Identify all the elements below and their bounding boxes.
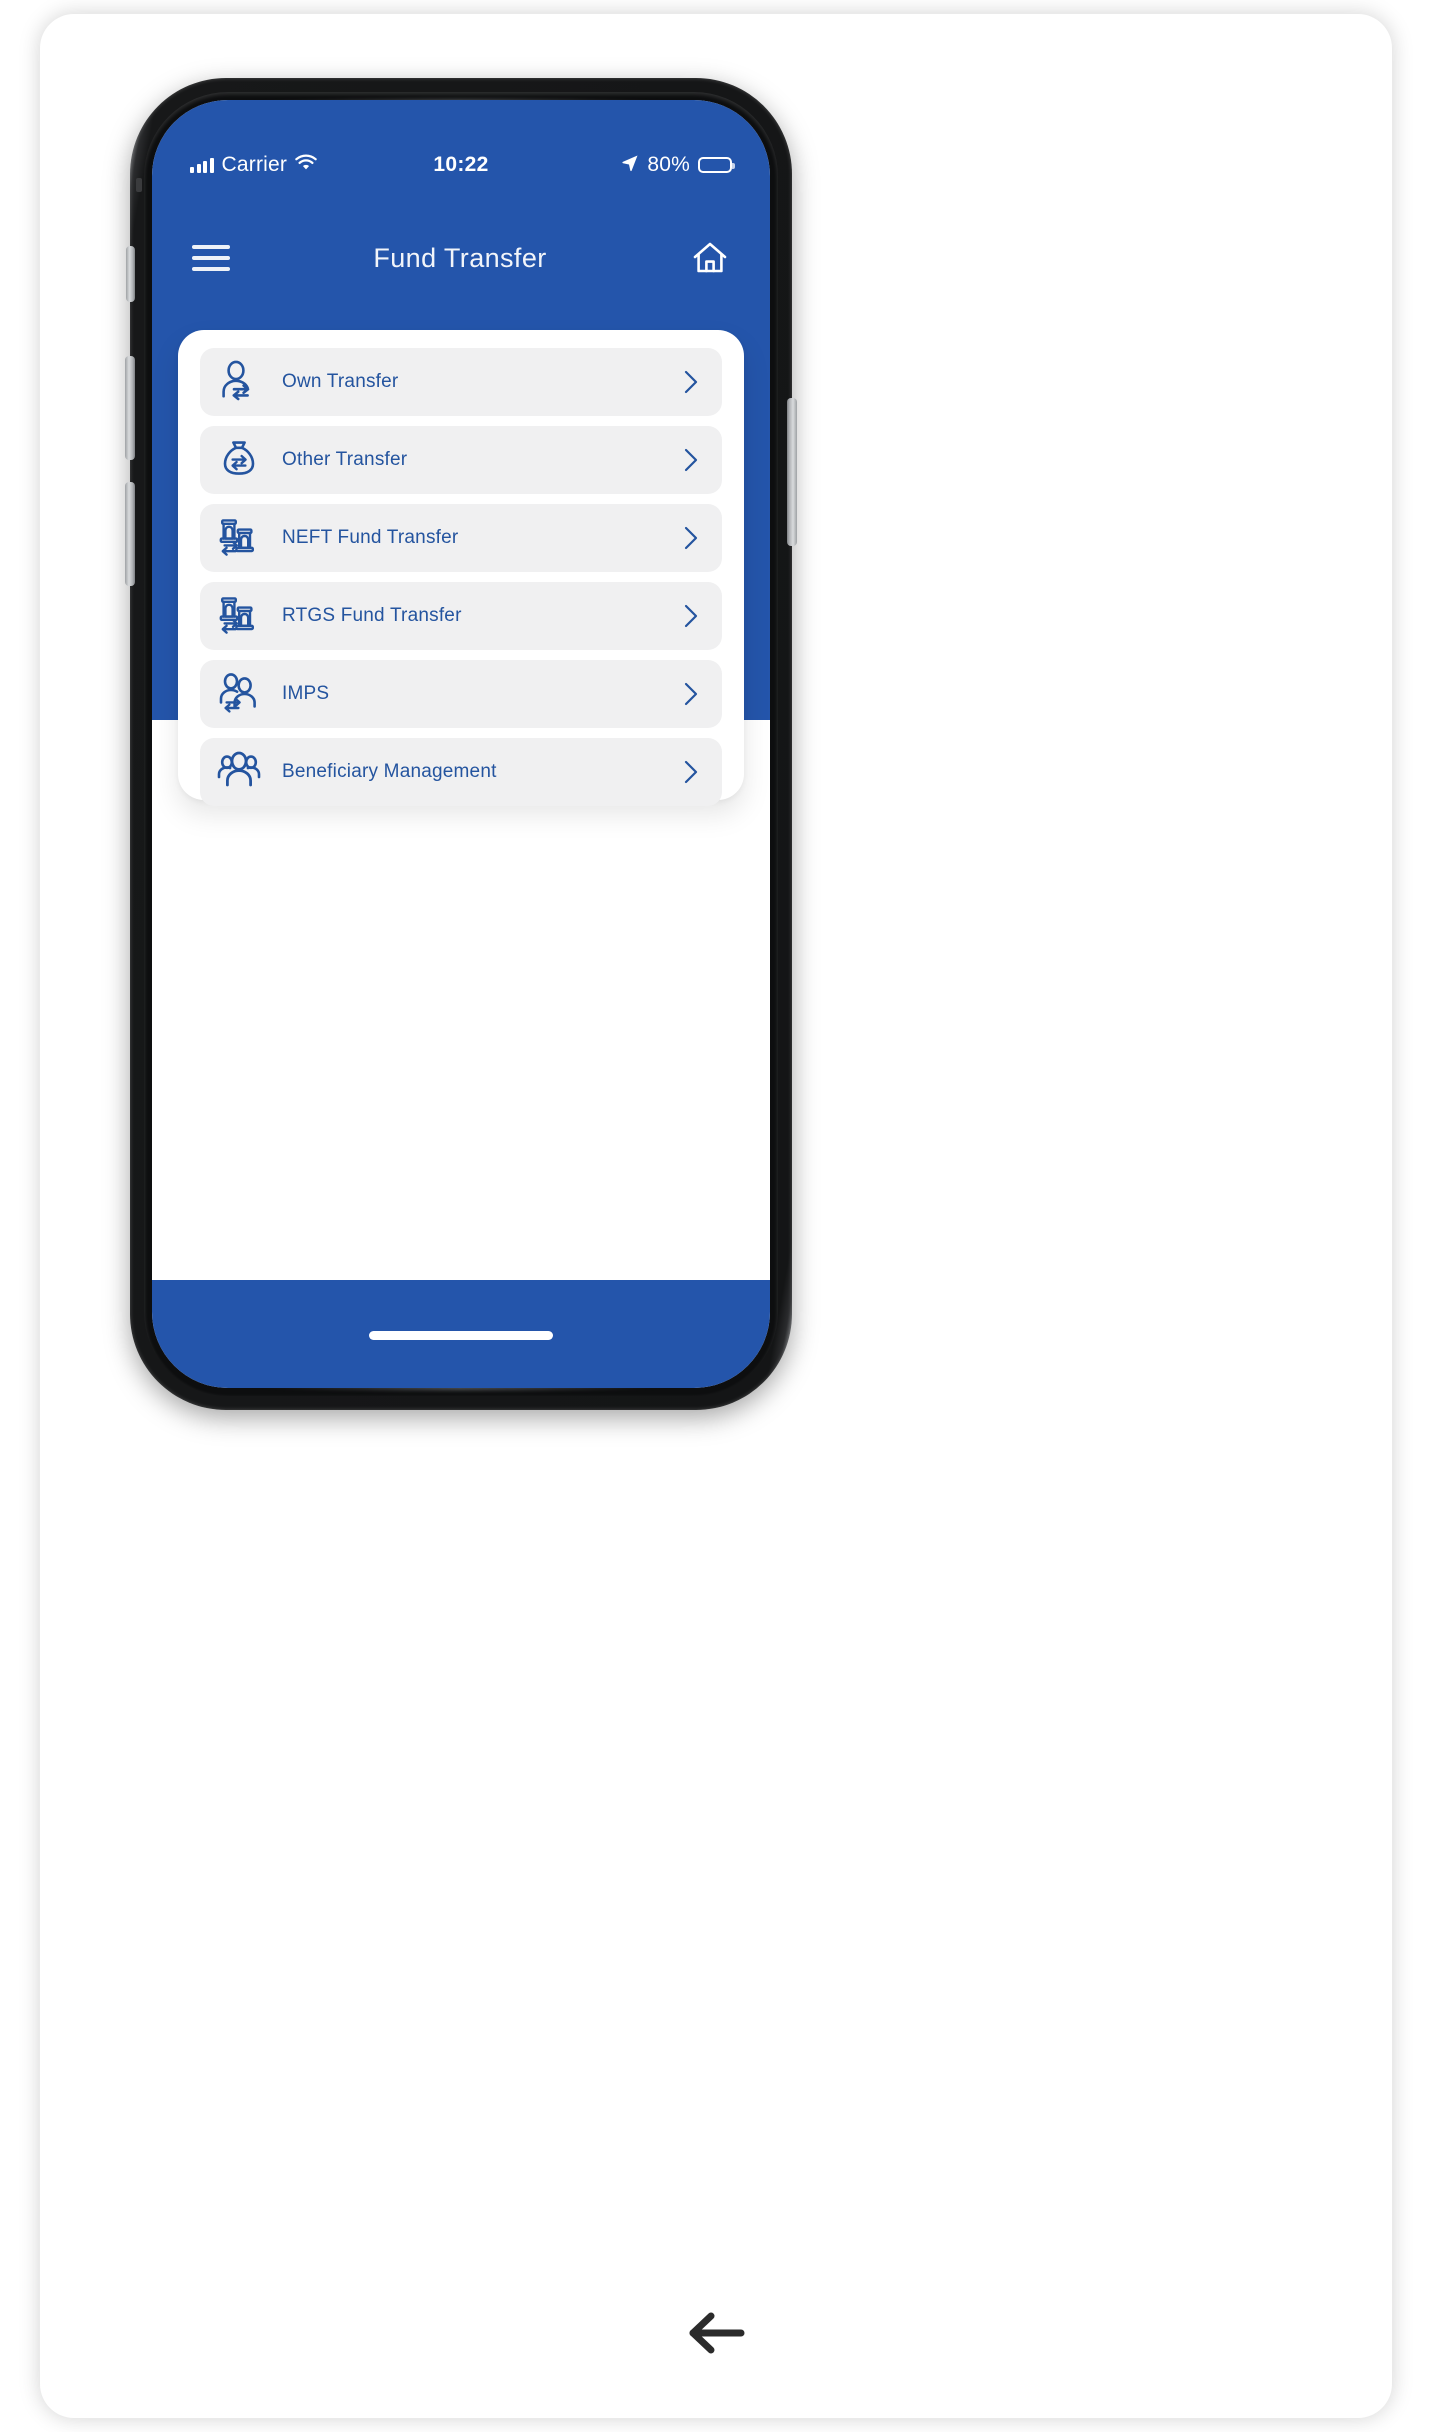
- menu-item-own-transfer[interactable]: Own Transfer: [200, 348, 722, 416]
- page-title: Fund Transfer: [373, 242, 547, 273]
- menu-item-beneficiary-management[interactable]: Beneficiary Management: [200, 738, 722, 806]
- side-mic-notch: [136, 178, 142, 192]
- chevron-right-icon: [680, 759, 702, 785]
- menu-item-label: Own Transfer: [282, 371, 399, 392]
- phone-frame: Carrier 10:22 80% Fund Transfer Own Tran…: [125, 78, 797, 1410]
- volume-down-button[interactable]: [125, 482, 135, 586]
- bank-transfer-icon: [214, 513, 264, 563]
- status-bar: Carrier 10:22 80%: [152, 148, 770, 182]
- hamburger-menu-icon[interactable]: [192, 245, 230, 271]
- chevron-right-icon: [680, 603, 702, 629]
- menu-item-neft-fund-transfer[interactable]: NEFT Fund Transfer: [200, 504, 722, 572]
- menu-item-other-transfer[interactable]: Other Transfer: [200, 426, 722, 494]
- silence-switch-button[interactable]: [126, 246, 135, 302]
- chevron-right-icon: [680, 681, 702, 707]
- person-transfer-icon: [214, 357, 264, 407]
- menu-item-label: Beneficiary Management: [282, 761, 497, 782]
- volume-up-button[interactable]: [125, 356, 135, 460]
- status-bar-right: 80%: [489, 153, 735, 177]
- carrier-label: Carrier: [221, 153, 288, 176]
- status-bar-center: 10:22: [433, 153, 488, 177]
- menu-item-label: Other Transfer: [282, 449, 408, 470]
- battery-icon: [698, 157, 735, 173]
- menu-item-label: IMPS: [282, 683, 330, 704]
- battery-percent-label: 80%: [647, 153, 690, 176]
- chevron-right-icon: [680, 369, 702, 395]
- page-root: Carrier 10:22 80% Fund Transfer Own Tran…: [0, 0, 1432, 2432]
- app-bar: Fund Transfer: [152, 222, 770, 294]
- bottom-nav-bar: [0, 2308, 1432, 2358]
- status-bar-left: Carrier: [190, 153, 433, 177]
- bank-transfer-icon: [214, 591, 264, 641]
- menu-card: Own Transfer Other Transfer NEFT Fund Tr…: [178, 330, 744, 806]
- fund-transfer-menu-list: Own Transfer Other Transfer NEFT Fund Tr…: [200, 348, 722, 806]
- home-icon[interactable]: [690, 238, 730, 278]
- people-group-icon: [214, 747, 264, 797]
- menu-item-label: NEFT Fund Transfer: [282, 527, 459, 548]
- chevron-right-icon: [680, 525, 702, 551]
- back-arrow-icon[interactable]: [683, 2308, 749, 2358]
- signal-bars-icon: [190, 157, 214, 173]
- menu-item-rtgs-fund-transfer[interactable]: RTGS Fund Transfer: [200, 582, 722, 650]
- wifi-icon: [295, 154, 317, 176]
- chevron-right-icon: [680, 447, 702, 473]
- menu-item-label: RTGS Fund Transfer: [282, 605, 462, 626]
- location-arrow-icon: [621, 154, 639, 177]
- money-bag-transfer-icon: [214, 435, 264, 485]
- power-button[interactable]: [787, 398, 797, 546]
- menu-item-imps[interactable]: IMPS: [200, 660, 722, 728]
- home-indicator[interactable]: [369, 1331, 553, 1340]
- phone-screen: Carrier 10:22 80% Fund Transfer Own Tran…: [152, 100, 770, 1388]
- two-people-transfer-icon: [214, 669, 264, 719]
- status-time: 10:22: [433, 153, 489, 176]
